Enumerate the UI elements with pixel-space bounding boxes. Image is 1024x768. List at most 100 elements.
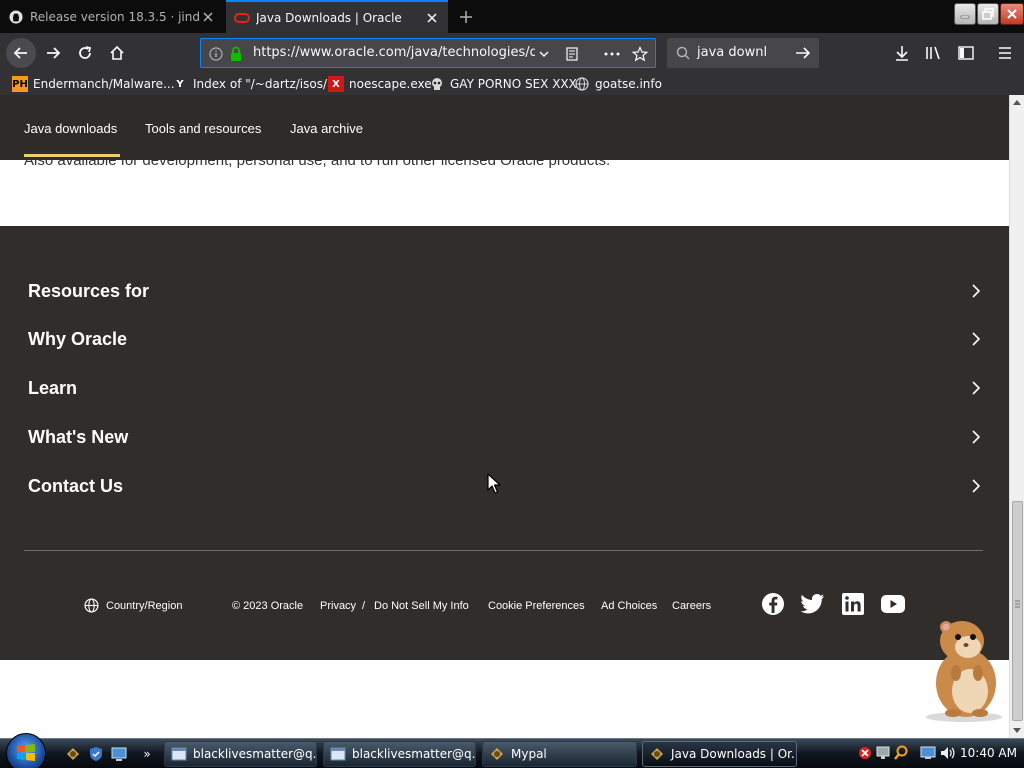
taskbar-button-thunderbird-1[interactable]: blacklivesmatter@q... (164, 741, 317, 767)
bookmark-label: noescape.exe (349, 77, 432, 91)
facebook-icon[interactable] (761, 592, 785, 616)
footer-section-resources[interactable]: Resources for (28, 276, 984, 306)
taskbar-button-thunderbird-2[interactable]: blacklivesmatter@q... (323, 741, 476, 767)
minimize-button[interactable] (954, 3, 976, 25)
quicklaunch-overflow[interactable]: » (138, 745, 156, 763)
nav-java-downloads[interactable]: Java downloads (24, 121, 117, 136)
privacy-link[interactable]: Privacy (320, 600, 356, 612)
bookmark-goatse[interactable]: goatse.info (574, 75, 662, 93)
tray-red-x-icon[interactable] (857, 745, 873, 761)
careers-link[interactable]: Careers (672, 600, 711, 612)
navigation-toolbar: https://www.oracle.com/java/technologies… (0, 33, 1024, 73)
lock-icon[interactable] (227, 45, 245, 63)
scrollbar-thumb[interactable] (1012, 501, 1023, 721)
footer-section-contact-us[interactable]: Contact Us (28, 471, 984, 501)
quicklaunch-mypal-icon[interactable] (64, 745, 82, 763)
new-tab-button[interactable] (452, 4, 480, 30)
chevron-down-icon[interactable] (535, 45, 553, 63)
bookmark-label: Index of "/~dartz/isos/" (193, 77, 333, 91)
skull-icon (429, 76, 445, 92)
show-desktop-icon[interactable] (110, 745, 128, 763)
arrow-left-icon (13, 47, 27, 59)
ad-choices-link[interactable]: Ad Choices (601, 600, 657, 612)
footer-section-label: What's New (28, 426, 129, 447)
bookmark-endermanch[interactable]: PH Endermanch/Malware... (12, 75, 175, 93)
scroll-up-icon (1013, 100, 1021, 105)
globe-icon (84, 598, 99, 616)
footer-section-learn[interactable]: Learn (28, 373, 984, 403)
url-bar[interactable]: https://www.oracle.com/java/technologies… (200, 38, 656, 68)
info-icon[interactable] (207, 45, 225, 63)
footer-section-label: Learn (28, 377, 78, 398)
x-icon: X (328, 76, 344, 92)
footer-section-whats-new[interactable]: What's New (28, 422, 984, 452)
close-icon[interactable] (200, 9, 216, 25)
footer: Resources for Why Oracle Learn What's Ne… (0, 226, 1009, 660)
globe-icon (574, 76, 590, 92)
restore-button[interactable] (977, 3, 999, 25)
windows-logo-icon (17, 744, 35, 761)
downloads-icon[interactable] (892, 43, 912, 63)
link-separator: / (362, 600, 366, 612)
taskbar-button-label: blacklivesmatter@q... (352, 747, 476, 761)
taskbar-clock[interactable]: 10:40 AM (960, 746, 1017, 760)
github-icon (8, 9, 24, 25)
ph-icon: PH (12, 76, 28, 92)
search-bar[interactable]: java downl (667, 38, 819, 68)
bookmark-label: GAY PORNO SEX XXX (450, 77, 577, 91)
linkedin-icon[interactable] (841, 592, 865, 616)
tab-title: Release version 18.3.5 · jindrap (30, 9, 200, 24)
footer-divider (24, 550, 983, 551)
active-nav-underline (24, 154, 120, 157)
sidebar-icon[interactable] (956, 43, 976, 63)
quicklaunch-shield-icon[interactable] (87, 745, 105, 763)
reader-view-icon[interactable] (563, 45, 581, 63)
mail-window-icon (171, 746, 187, 762)
window-close-button[interactable] (1000, 3, 1024, 25)
windows-taskbar: » blacklivesmatter@q... blacklivesmatter… (0, 733, 1024, 768)
start-button[interactable] (6, 733, 46, 768)
search-go-icon[interactable] (794, 44, 812, 62)
mypal-icon (489, 746, 505, 762)
home-button[interactable] (102, 38, 132, 68)
footer-section-why-oracle[interactable]: Why Oracle (28, 324, 984, 354)
tray-monitor-icon[interactable] (920, 745, 936, 761)
taskbar-button-label: blacklivesmatter@q... (193, 747, 317, 761)
bookmark-dartz-isos[interactable]: Y Index of "/~dartz/isos/" (172, 75, 333, 93)
mail-window-icon (330, 746, 346, 762)
tab-strip: Release version 18.3.5 · jindrap Java Do… (0, 0, 1024, 33)
tab-title: Java Downloads | Oracle (256, 10, 402, 25)
bookmark-label: Endermanch/Malware... (33, 77, 175, 91)
search-input[interactable]: java downl (697, 45, 767, 60)
bookmark-gay-porno[interactable]: GAY PORNO SEX XXX (429, 75, 577, 93)
close-icon[interactable] (424, 10, 440, 26)
forward-button[interactable] (38, 38, 68, 68)
tray-network-icon[interactable] (875, 745, 891, 761)
do-not-sell-link[interactable]: Do Not Sell My Info (374, 600, 469, 612)
cookie-preferences-link[interactable]: Cookie Preferences (488, 600, 585, 612)
taskbar-button-mypal[interactable]: Mypal (482, 741, 637, 767)
url-text[interactable]: https://www.oracle.com/java/technologies… (253, 45, 535, 60)
mypal-icon (649, 746, 665, 762)
oracle-subnav: Java downloads Tools and resources Java … (0, 95, 1009, 160)
vertical-scrollbar[interactable] (1009, 95, 1024, 738)
tray-search-icon[interactable] (893, 745, 909, 761)
tab-java-downloads[interactable]: Java Downloads | Oracle (226, 0, 448, 33)
twitter-icon[interactable] (801, 592, 825, 616)
menu-icon[interactable] (995, 43, 1015, 63)
tab-release[interactable]: Release version 18.3.5 · jindrap (0, 0, 224, 33)
taskbar-button-java-downloads[interactable]: Java Downloads | Or... (642, 741, 797, 767)
library-icon[interactable] (924, 43, 944, 63)
volume-icon[interactable] (939, 745, 955, 761)
nav-tools-resources[interactable]: Tools and resources (145, 121, 261, 136)
page-actions-icon[interactable] (603, 45, 621, 63)
nav-java-archive[interactable]: Java archive (290, 121, 363, 136)
youtube-icon[interactable] (881, 592, 905, 616)
reload-button[interactable] (70, 38, 100, 68)
country-region-link[interactable]: Country/Region (106, 600, 182, 612)
bookmark-star-icon[interactable] (631, 45, 649, 63)
back-button[interactable] (6, 38, 36, 68)
bookmark-label: goatse.info (595, 77, 662, 91)
chevron-right-icon (968, 429, 984, 445)
bookmark-noescape[interactable]: X noescape.exe (328, 75, 432, 93)
